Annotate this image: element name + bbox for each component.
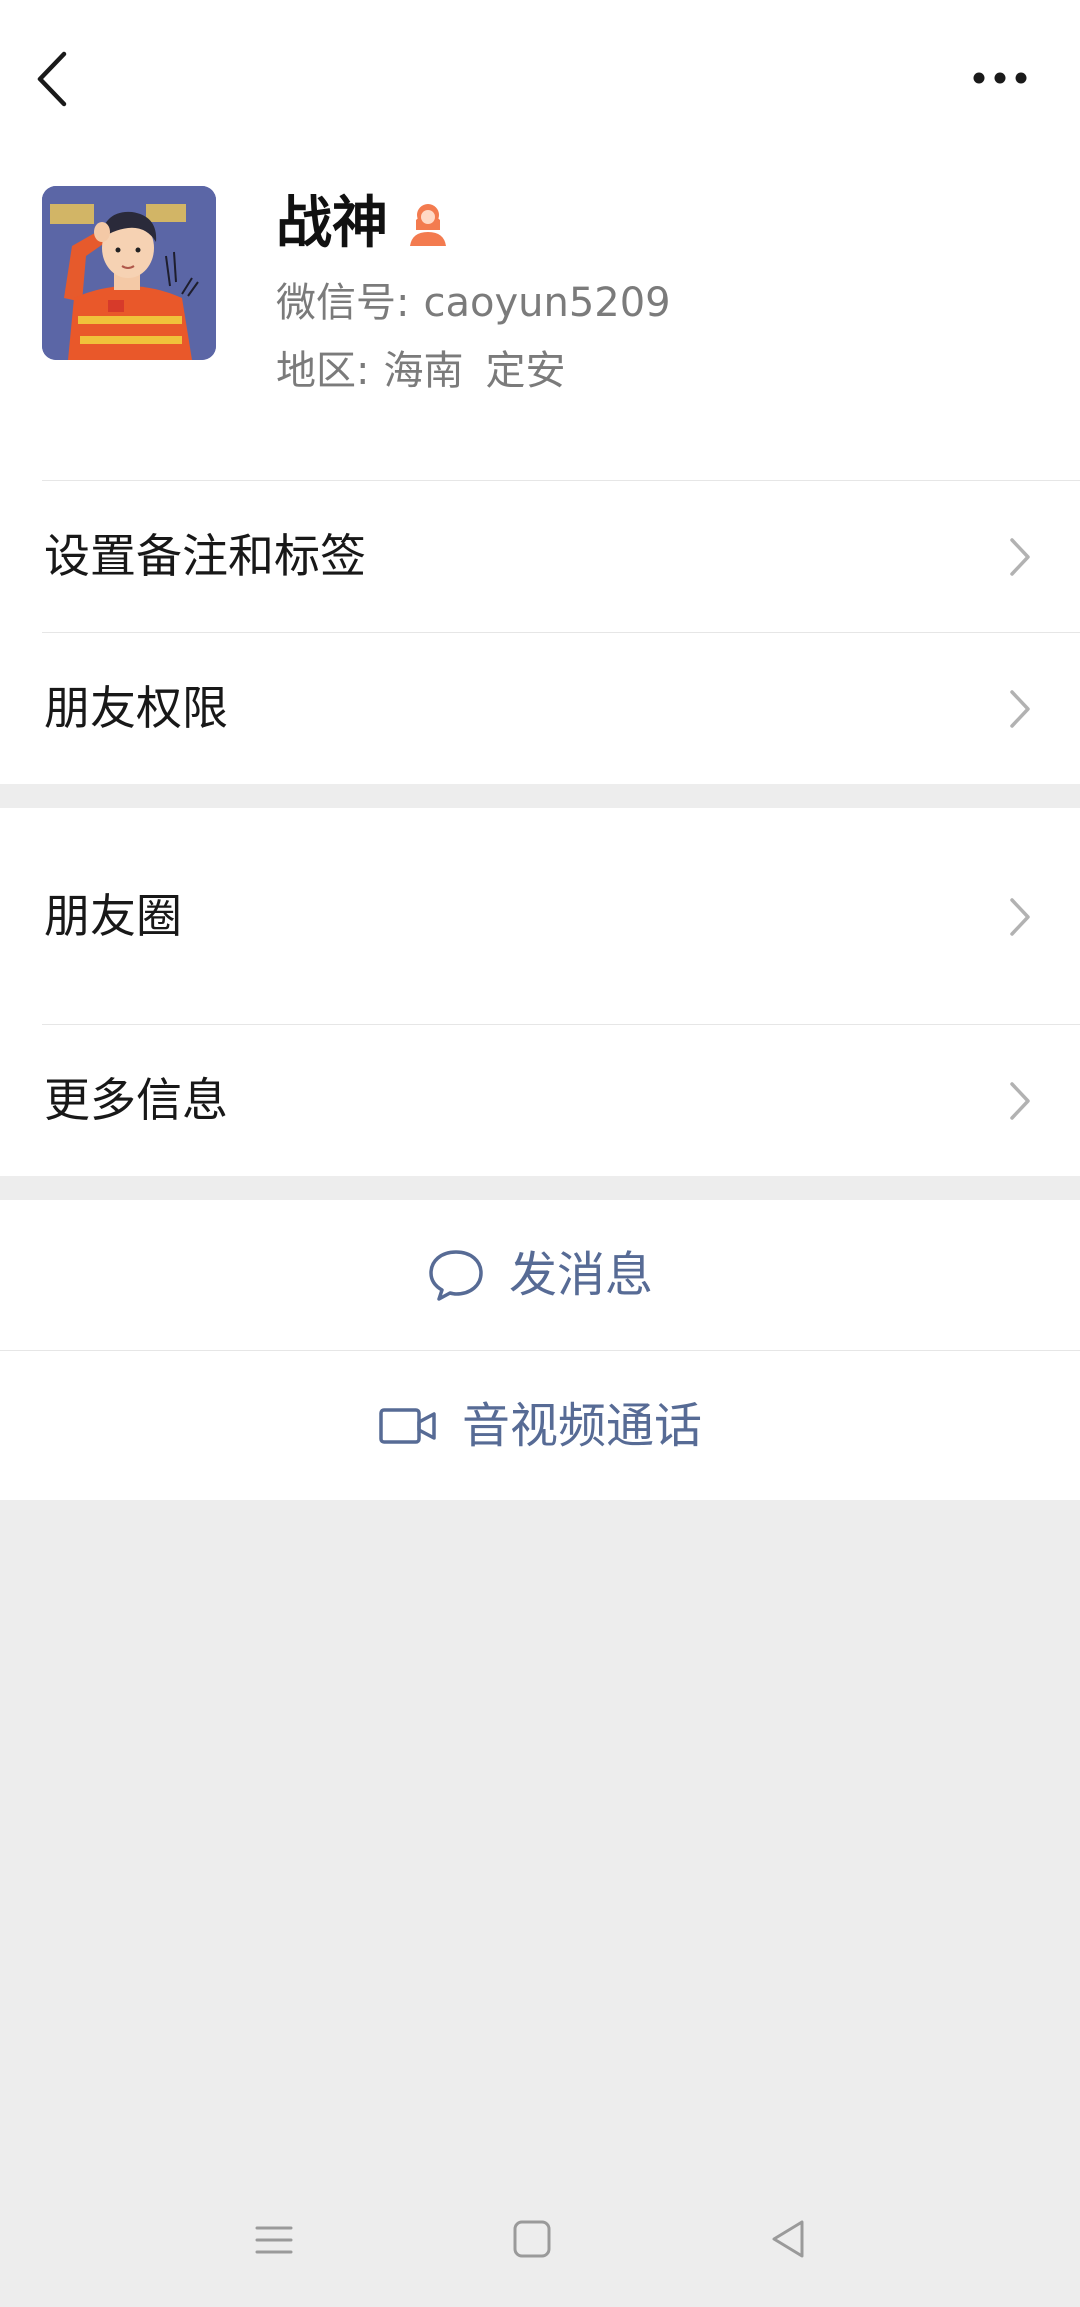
female-icon [406, 200, 450, 248]
wechat-id-value: caoyun5209 [423, 280, 671, 326]
voice-video-call-button[interactable]: 音视频通话 [0, 1350, 1080, 1500]
chevron-right-icon [1008, 536, 1032, 578]
row-moments[interactable]: 朋友圈 [0, 808, 1080, 1024]
chevron-right-icon [1008, 1080, 1032, 1122]
chevron-right-icon [1008, 688, 1032, 730]
row-label-remark-tags: 设置备注和标签 [44, 529, 366, 583]
row-label-friend-permissions: 朋友权限 [44, 681, 228, 735]
row-label-more-info: 更多信息 [44, 1073, 228, 1127]
row-more-info[interactable]: 更多信息 [0, 1024, 1080, 1176]
chat-bubble-icon [427, 1248, 485, 1302]
recent-apps-icon[interactable] [254, 2220, 294, 2260]
region-province: 海南 [383, 348, 464, 394]
send-message-label: 发消息 [508, 1247, 653, 1303]
wechat-id-line: 微信号: caoyun5209 [276, 276, 671, 330]
divider [42, 1024, 1080, 1025]
chevron-right-icon [1008, 896, 1032, 938]
video-camera-icon [378, 1406, 438, 1446]
nickname-row: 战神 [276, 188, 450, 260]
more-dots-icon[interactable] [970, 58, 1030, 98]
nickname: 战神 [276, 191, 388, 256]
region-city: 定安 [485, 348, 566, 394]
back-triangle-icon[interactable] [768, 2218, 808, 2260]
back-icon[interactable] [30, 48, 76, 110]
divider [42, 480, 1080, 481]
send-message-button[interactable]: 发消息 [0, 1200, 1080, 1350]
row-label-moments: 朋友圈 [44, 889, 182, 943]
divider [42, 632, 1080, 633]
row-remark-tags[interactable]: 设置备注和标签 [0, 480, 1080, 632]
avatar[interactable] [42, 186, 216, 360]
system-nav-bar [0, 2180, 1080, 2307]
row-friend-permissions[interactable]: 朋友权限 [0, 632, 1080, 784]
voice-video-call-label: 音视频通话 [461, 1397, 702, 1454]
wechat-id-label: 微信号: [276, 280, 410, 326]
home-square-icon[interactable] [512, 2218, 552, 2260]
region-line: 地区: 海南 定安 [276, 344, 565, 398]
region-label: 地区: [276, 348, 370, 394]
